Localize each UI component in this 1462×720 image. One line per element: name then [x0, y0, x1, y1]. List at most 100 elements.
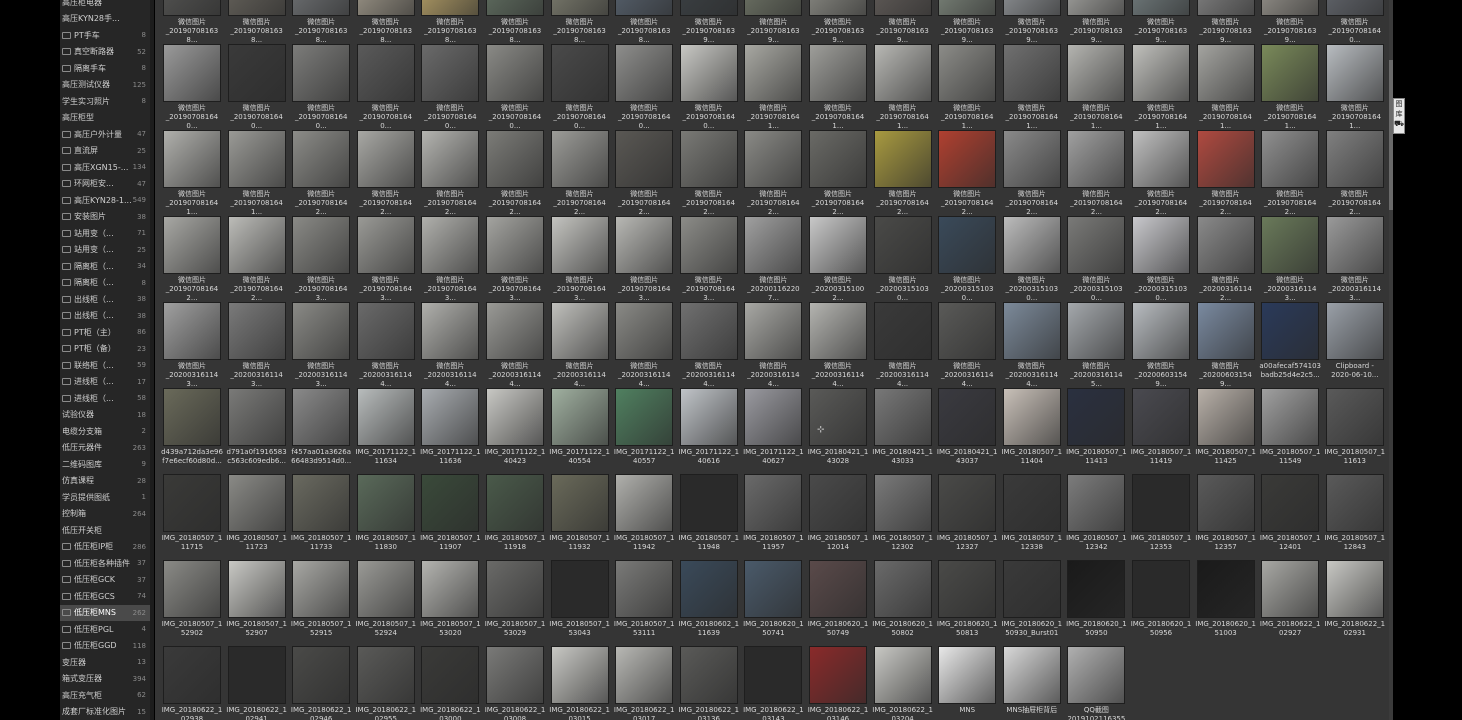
image-thumbnail-tile[interactable]: IMG_20171122_1 11634	[355, 388, 417, 472]
image-thumbnail-tile[interactable]: 微信图片 _201907081642...	[1324, 130, 1386, 216]
image-thumbnail-tile[interactable]: 微信图片 _201907081639...	[807, 0, 869, 44]
image-thumbnail-tile[interactable]: 微信图片 _202003161144...	[807, 302, 869, 388]
image-thumbnail-tile[interactable]: 微信图片 _201907081640...	[549, 44, 611, 130]
image-thumbnail-tile[interactable]: 微信图片 _202003161144...	[742, 302, 804, 388]
image-thumbnail-tile[interactable]: IMG_20180507_1 12401	[1259, 474, 1321, 558]
image-thumbnail-tile[interactable]: IMG_20180622_1 03008	[484, 646, 546, 720]
image-thumbnail-tile[interactable]: 微信图片 _201907081639...	[678, 0, 740, 44]
image-thumbnail-tile[interactable]: IMG_20180507_1 11957	[742, 474, 804, 558]
sidebar-folder-item[interactable]: 隔离手车 8	[60, 60, 150, 76]
image-thumbnail-tile[interactable]: MNS抽屉柜背后	[1001, 646, 1063, 720]
image-thumbnail-tile[interactable]: IMG_20180507_1 12342	[1065, 474, 1127, 558]
image-thumbnail-tile[interactable]: IMG_20180507_1 11932	[549, 474, 611, 558]
image-thumbnail-tile[interactable]: d439a712da3e96 f7e6ecf60d80d...	[161, 388, 223, 472]
image-thumbnail-tile[interactable]: 微信图片 _201907081643...	[549, 216, 611, 302]
sidebar-folder-item[interactable]: 低压柜PGL 4	[60, 621, 150, 637]
sidebar-folder-item[interactable]: 出线柜（... 38	[60, 308, 150, 324]
image-thumbnail-tile[interactable]: 微信图片 _201907081642...	[226, 216, 288, 302]
image-thumbnail-tile[interactable]: IMG_20180507_1 12338	[1001, 474, 1063, 558]
image-thumbnail-tile[interactable]: 微信图片 _201907081641...	[226, 130, 288, 216]
sidebar-folder-item[interactable]: 高压柜型	[60, 110, 150, 126]
image-thumbnail-tile[interactable]: IMG_20180507_1 11613	[1324, 388, 1386, 472]
image-thumbnail-tile[interactable]: IMG_20180507_1 52924	[355, 560, 417, 644]
image-thumbnail-tile[interactable]: IMG_20180507_1 12353	[1130, 474, 1192, 558]
sidebar-folder-item[interactable]: 环网柜安... 47	[60, 176, 150, 192]
sidebar-folder-item[interactable]: PT柜（备） 23	[60, 341, 150, 357]
image-thumbnail-tile[interactable]: IMG_20180622_1 02955	[355, 646, 417, 720]
image-thumbnail-tile[interactable]: 微信图片 _201907081641...	[1259, 44, 1321, 130]
image-thumbnail-tile[interactable]: 微信图片 _201907081642...	[807, 130, 869, 216]
sidebar-folder-item[interactable]: PT柜（主） 86	[60, 324, 150, 340]
image-thumbnail-tile[interactable]: 微信图片 _201907081642...	[419, 130, 481, 216]
sidebar-folder-item[interactable]: 试验仪器 18	[60, 407, 150, 423]
image-thumbnail-tile[interactable]: 微信图片 _201907081639...	[1259, 0, 1321, 44]
image-thumbnail-tile[interactable]: IMG_20171122_1 40627	[742, 388, 804, 472]
image-thumbnail-tile[interactable]: 微信图片 _202003161144...	[484, 302, 546, 388]
image-thumbnail-tile[interactable]: IMG_20180620_1 50749	[807, 560, 869, 644]
image-thumbnail-tile[interactable]: IMG_20180507_1 53111	[613, 560, 675, 644]
image-thumbnail-tile[interactable]: IMG_20180622_1 02946	[290, 646, 352, 720]
image-thumbnail-tile[interactable]: IMG_20180507_1 11907	[419, 474, 481, 558]
sidebar-folder-item[interactable]: 低压柜GCS 74	[60, 588, 150, 604]
sidebar-folder-item[interactable]: 电缆分支箱 2	[60, 423, 150, 439]
sidebar-folder-item[interactable]: 高压户外计量 47	[60, 126, 150, 142]
sidebar-folder-item[interactable]: 学生实习照片 8	[60, 93, 150, 109]
image-thumbnail-tile[interactable]: IMG_20180620_1 50950	[1065, 560, 1127, 644]
sidebar-folder-item[interactable]: 二维码图库 9	[60, 456, 150, 472]
image-thumbnail-tile[interactable]: IMG_20180507_1 52915	[290, 560, 352, 644]
sidebar-folder-item[interactable]: 站用变（... 71	[60, 225, 150, 241]
image-thumbnail-tile[interactable]: IMG_20180507_1 11413	[1065, 388, 1127, 472]
sidebar-folder-item[interactable]: 直流屏 25	[60, 143, 150, 159]
image-thumbnail-tile[interactable]: IMG_20180507_1 12327	[936, 474, 998, 558]
image-thumbnail-tile[interactable]: 微信图片 _202003161144...	[613, 302, 675, 388]
image-thumbnail-tile[interactable]: 微信图片 _201907081641...	[1130, 44, 1192, 130]
image-thumbnail-tile[interactable]: 微信图片 _202003161144...	[872, 302, 934, 388]
image-thumbnail-tile[interactable]: IMG_20180620_1 50956	[1130, 560, 1192, 644]
image-thumbnail-tile[interactable]: IMG_20180507_1 11733	[290, 474, 352, 558]
sidebar-scrollbar[interactable]	[150, 0, 154, 720]
image-thumbnail-tile[interactable]: 微信图片 _201907081643...	[678, 216, 740, 302]
sidebar-folder-item[interactable]: 变压器 13	[60, 654, 150, 670]
image-thumbnail-tile[interactable]: 微信图片 _201907081638...	[613, 0, 675, 44]
image-thumbnail-tile[interactable]: 微信图片 _202003161144...	[355, 302, 417, 388]
image-thumbnail-tile[interactable]: IMG_20180622_1 03143	[742, 646, 804, 720]
image-thumbnail-tile[interactable]: 微信图片 _201907081639...	[1065, 0, 1127, 44]
sidebar-folder-item[interactable]: 出线柜（... 38	[60, 291, 150, 307]
image-thumbnail-tile[interactable]: 微信图片 _201907081640...	[161, 44, 223, 130]
image-thumbnail-tile[interactable]: 微信图片 _201907081642...	[742, 130, 804, 216]
image-thumbnail-tile[interactable]: 微信图片 _201907081642...	[1130, 130, 1192, 216]
image-thumbnail-tile[interactable]: 微信图片 _201907081639...	[1001, 0, 1063, 44]
image-thumbnail-tile[interactable]: 微信图片 _202003151030...	[1001, 216, 1063, 302]
sidebar-folder-item[interactable]: 成套厂标准化图片 15	[60, 704, 150, 720]
sidebar-folder-item[interactable]: 学员提供图纸 1	[60, 489, 150, 505]
image-thumbnail-tile[interactable]: 微信图片 _201907081642...	[549, 130, 611, 216]
sidebar-folder-item[interactable]: 进线柜（... 58	[60, 390, 150, 406]
image-thumbnail-tile[interactable]: IMG_20180622_1 02938	[161, 646, 223, 720]
image-thumbnail-tile[interactable]: 微信图片 _201907081641...	[742, 44, 804, 130]
sidebar-folder-item[interactable]: 隔离柜（... 8	[60, 275, 150, 291]
image-thumbnail-tile[interactable]: IMG_20180507_1 11425	[1195, 388, 1257, 472]
image-thumbnail-tile[interactable]: IMG_20171122_1 40557	[613, 388, 675, 472]
image-thumbnail-tile[interactable]: 微信图片 _201907081639...	[1195, 0, 1257, 44]
image-thumbnail-tile[interactable]: 微信图片 _201907081642...	[1001, 130, 1063, 216]
image-thumbnail-tile[interactable]: 微信图片 _201907081642...	[1065, 130, 1127, 216]
image-thumbnail-tile[interactable]: IMG_20171122_1 40423	[484, 388, 546, 472]
image-thumbnail-tile[interactable]: IMG_20180507_1 11715	[161, 474, 223, 558]
image-thumbnail-tile[interactable]: 微信图片 _201907081638...	[226, 0, 288, 44]
sidebar-folder-item[interactable]: 进线柜（... 17	[60, 374, 150, 390]
image-thumbnail-tile[interactable]: IMG_20180507_1 53029	[484, 560, 546, 644]
image-thumbnail-tile[interactable]: IMG_20180622_1 03204	[872, 646, 934, 720]
image-thumbnail-tile[interactable]: IMG_20180507_1 52902	[161, 560, 223, 644]
sidebar-folder-item[interactable]: 低压柜GGD 118	[60, 638, 150, 654]
image-thumbnail-tile[interactable]: 微信图片 _201907081643...	[355, 216, 417, 302]
image-thumbnail-tile[interactable]: IMG_20171122_1 40554	[549, 388, 611, 472]
image-thumbnail-tile[interactable]: IMG_20180620_1 50802	[872, 560, 934, 644]
sidebar-folder-item[interactable]: 低压柜MNS 262	[60, 604, 150, 621]
image-thumbnail-tile[interactable]: 微信图片 _202003151030...	[1130, 216, 1192, 302]
image-thumbnail-tile[interactable]: 微信图片 _201907081642...	[355, 130, 417, 216]
image-thumbnail-tile[interactable]: IMG_20180622_1 02941	[226, 646, 288, 720]
image-thumbnail-tile[interactable]: 微信图片 _201907081642...	[1259, 130, 1321, 216]
image-thumbnail-tile[interactable]: IMG_20180620_1 50741	[742, 560, 804, 644]
image-thumbnail-tile[interactable]: MNS	[936, 646, 998, 720]
image-thumbnail-tile[interactable]: 微信图片 _202003161143...	[1324, 216, 1386, 302]
